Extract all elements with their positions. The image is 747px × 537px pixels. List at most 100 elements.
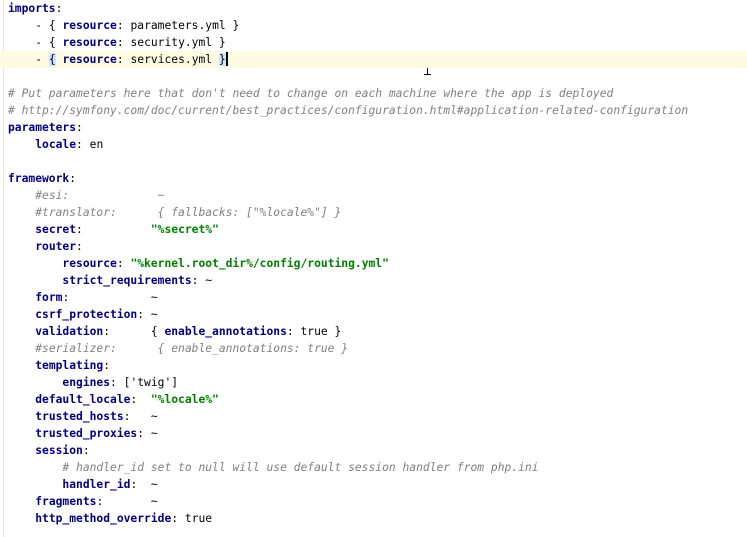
code-line[interactable]	[0, 68, 747, 85]
yaml-list-prefix: -	[35, 53, 49, 66]
code-line[interactable]: - { resource: security.yml }	[0, 34, 747, 51]
yaml-value: ~	[150, 291, 158, 304]
code-line[interactable]: imports:	[0, 0, 747, 17]
yaml-separator: :	[103, 325, 151, 338]
code-line[interactable]: form: ~	[0, 289, 747, 306]
code-line[interactable]: #esi: ~	[0, 187, 747, 204]
yaml-key: strict_requirements	[62, 274, 192, 287]
yaml-separator: :	[191, 274, 206, 287]
yaml-key: resource	[62, 19, 117, 32]
code-line[interactable]: default_locale: "%locale%"	[0, 391, 747, 408]
yaml-value: true }	[300, 325, 342, 338]
code-line[interactable]: parameters:	[0, 119, 747, 136]
code-line[interactable]: trusted_hosts: ~	[0, 408, 747, 425]
code-line[interactable]: secret: "%secret%"	[0, 221, 747, 238]
code-comment: # Put parameters here that don't need to…	[8, 87, 614, 100]
yaml-key: engines	[62, 376, 111, 389]
code-comment: #serializer: { enable_annotations: true …	[35, 342, 349, 355]
code-comment: #translator: { fallbacks: ["%locale%"] }	[35, 206, 342, 219]
yaml-value: "%locale%"	[150, 393, 219, 406]
yaml-value: ~	[150, 427, 158, 440]
yaml-value: ~	[150, 478, 158, 491]
matched-brace-close: }	[218, 53, 226, 66]
code-editor[interactable]: imports: - { resource: parameters.yml } …	[0, 0, 747, 537]
code-line[interactable]: #translator: { fallbacks: ["%locale%"] }	[0, 204, 747, 221]
yaml-value: true	[184, 512, 213, 525]
yaml-key: router	[35, 240, 77, 253]
code-comment: # http://symfony.com/doc/current/best_pr…	[8, 104, 689, 117]
code-line[interactable]: # Put parameters here that don't need to…	[0, 85, 747, 102]
yaml-separator: :	[69, 172, 77, 185]
code-line[interactable]: framework:	[0, 170, 747, 187]
yaml-separator: :	[123, 410, 151, 423]
yaml-key: enable_annotations	[164, 325, 287, 338]
yaml-key: csrf_protection	[35, 308, 138, 321]
code-line[interactable]: validation: { enable_annotations: true }	[0, 323, 747, 340]
yaml-key: resource	[62, 36, 117, 49]
yaml-separator: :	[137, 308, 151, 321]
code-line[interactable]: strict_requirements: ~	[0, 272, 747, 289]
yaml-value: services.yml	[130, 53, 213, 66]
code-line[interactable]: engines: ['twig']	[0, 374, 747, 391]
yaml-separator: :	[62, 291, 151, 304]
yaml-separator: :	[137, 427, 151, 440]
yaml-list-suffix: }	[225, 19, 240, 32]
code-line[interactable]: csrf_protection: ~	[0, 306, 747, 323]
yaml-separator: :	[116, 19, 131, 32]
yaml-key: framework	[8, 172, 70, 185]
yaml-key: default_locale	[35, 393, 131, 406]
code-line[interactable]: - { resource: parameters.yml }	[0, 17, 747, 34]
code-line[interactable]: resource: "%kernel.root_dir%/config/rout…	[0, 255, 747, 272]
yaml-separator: :	[103, 359, 111, 372]
yaml-separator: :	[171, 512, 185, 525]
code-line[interactable]: handler_id: ~	[0, 476, 747, 493]
code-line[interactable]	[0, 153, 747, 170]
yaml-separator: :	[116, 53, 131, 66]
code-line-current[interactable]: - { resource: services.yml }	[0, 51, 747, 68]
yaml-value: {	[150, 325, 165, 338]
yaml-value: ~	[150, 308, 158, 321]
yaml-separator: :	[116, 257, 131, 270]
yaml-key: trusted_proxies	[35, 427, 138, 440]
yaml-key: secret	[35, 223, 77, 236]
yaml-list-prefix: - {	[35, 19, 63, 32]
code-line[interactable]: http_method_override: true	[0, 510, 747, 527]
code-line[interactable]: session:	[0, 442, 747, 459]
code-line[interactable]: # handler_id set to null will use defaul…	[0, 459, 747, 476]
yaml-value: security.yml	[130, 36, 213, 49]
code-line[interactable]: locale: en	[0, 136, 747, 153]
code-line[interactable]: #serializer: { enable_annotations: true …	[0, 340, 747, 357]
yaml-key: templating	[35, 359, 104, 372]
code-line[interactable]: trusted_proxies: ~	[0, 425, 747, 442]
yaml-value: ~	[150, 410, 158, 423]
yaml-separator: :	[286, 325, 301, 338]
yaml-key: resource	[62, 257, 117, 270]
code-line[interactable]: templating:	[0, 357, 747, 374]
yaml-value: "%secret%"	[150, 223, 219, 236]
code-line[interactable]: fragments: ~	[0, 493, 747, 510]
yaml-key: parameters	[8, 121, 77, 134]
matched-brace-open: {	[48, 53, 56, 66]
yaml-separator: :	[130, 393, 151, 406]
yaml-separator: :	[76, 138, 90, 151]
yaml-separator: :	[116, 36, 131, 49]
code-comment: #esi: ~	[35, 189, 165, 202]
code-line[interactable]: # http://symfony.com/doc/current/best_pr…	[0, 102, 747, 119]
code-line[interactable]: router:	[0, 238, 747, 255]
